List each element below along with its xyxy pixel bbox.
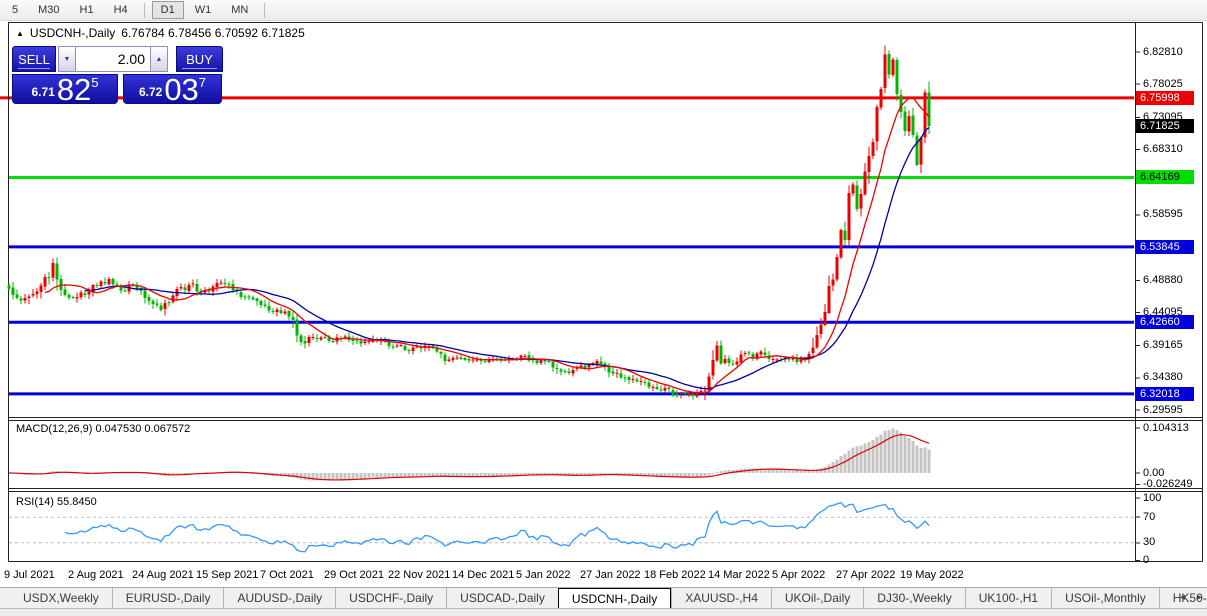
tab-usdchf-daily[interactable]: USDCHF-,Daily	[335, 588, 446, 608]
rsi-axis-label: 0	[1143, 554, 1150, 566]
date-axis-label: 27 Jan 2022	[580, 569, 641, 581]
price-badge: 6.75998	[1136, 90, 1194, 105]
price-axis-label: 6.78025	[1143, 77, 1183, 90]
volume-increment-button[interactable]: ▲	[150, 46, 168, 72]
rsi-axis-label: 30	[1143, 536, 1156, 549]
macd-axis-label: 0.104313	[1143, 421, 1189, 434]
buy-button[interactable]: BUY	[176, 46, 223, 72]
tab-ukoil-daily[interactable]: UKOil-,Daily	[770, 588, 863, 608]
timeframe-button-w1[interactable]: W1	[186, 1, 221, 19]
date-axis-label: 19 May 2022	[900, 569, 964, 581]
date-axis-label: 9 Jul 2021	[4, 569, 55, 581]
tab-audusd-daily[interactable]: AUDUSD-,Daily	[223, 588, 335, 608]
date-axis-label: 18 Feb 2022	[644, 569, 706, 581]
timeframe-button-h4[interactable]: H4	[105, 1, 137, 19]
tab-usdcnh-daily[interactable]: USDCNH-,Daily	[557, 588, 672, 608]
date-axis-label: 29 Oct 2021	[324, 569, 384, 581]
rsi-axis-label: 100	[1143, 491, 1162, 504]
date-axis-label: 2 Aug 2021	[68, 569, 124, 581]
sell-price-display[interactable]: 6.71 82 5	[12, 72, 118, 107]
chart-title: ▲ USDCNH-,Daily 6.76784 6.78456 6.70592 …	[16, 26, 305, 40]
price-badge: 6.53845	[1136, 239, 1194, 254]
price-axis-label: 6.29595	[1143, 403, 1183, 416]
price-axis-label: 6.82810	[1143, 45, 1183, 58]
date-axis-label: 14 Mar 2022	[708, 569, 770, 581]
chart-symbol: USDCNH-,Daily	[29, 26, 116, 40]
sell-price-big: 82	[56, 72, 92, 107]
tab-usdcad-daily[interactable]: USDCAD-,Daily	[446, 588, 558, 608]
price-badge: 6.42660	[1136, 315, 1194, 330]
date-axis-label: 22 Nov 2021	[388, 569, 451, 581]
volume-decrement-button[interactable]: ▼	[58, 46, 76, 72]
price-badge: 6.71825	[1136, 118, 1194, 133]
toolbar-separator	[143, 2, 145, 18]
date-axis-label: 7 Oct 2021	[260, 569, 314, 581]
date-axis-label: 15 Sep 2021	[196, 569, 259, 581]
date-axis-label: 24 Aug 2021	[132, 569, 194, 581]
macd-label: MACD(12,26,9) 0.047530 0.067572	[16, 423, 191, 435]
date-axis-label: 27 Apr 2022	[836, 569, 896, 581]
price-badge: 6.64169	[1136, 170, 1194, 185]
buy-price-prefix: 6.72	[138, 85, 163, 99]
tab-dj30-weekly[interactable]: DJ30-,Weekly	[863, 588, 964, 608]
sell-button[interactable]: SELL	[12, 46, 56, 72]
sell-price-sup: 5	[91, 75, 99, 90]
price-axis-label: 6.48880	[1143, 273, 1183, 286]
volume-input[interactable]: 2.00	[76, 46, 150, 72]
timeframe-button-5[interactable]: 5	[3, 1, 27, 19]
tab-scroll-arrows: ◂ ▸	[1177, 591, 1205, 604]
tab-xauusd-h4[interactable]: XAUUSD-,H4	[671, 588, 771, 608]
timeframe-button-h1[interactable]: H1	[71, 1, 103, 19]
buy-price-sup: 7	[198, 75, 207, 90]
tab-scroll-right-icon[interactable]: ▸	[1194, 591, 1205, 604]
tab-uk100-h1[interactable]: UK100-,H1	[964, 588, 1051, 608]
tab-usoil-monthly[interactable]: USOil-,Monthly	[1051, 588, 1159, 608]
rsi-axis-label: 70	[1143, 510, 1156, 523]
price-axis-label: 6.39165	[1143, 339, 1183, 352]
rsi-label: RSI(14) 55.8450	[16, 496, 97, 508]
price-axis-label: 6.34380	[1143, 371, 1183, 384]
buy-price-display[interactable]: 6.72 03 7	[123, 72, 222, 107]
price-badge: 6.32018	[1136, 386, 1194, 401]
chart-ohlc-values: 6.76784 6.78456 6.70592 6.71825	[121, 26, 305, 40]
timeframe-button-m30[interactable]: M30	[29, 1, 68, 19]
toolbar-separator	[264, 2, 266, 18]
date-axis-label: 5 Apr 2022	[772, 569, 826, 581]
price-axis-label: 6.68310	[1143, 143, 1183, 156]
symbol-tab-bar: USDX,Weekly EURUSD-,Daily AUDUSD-,Daily USD…	[0, 587, 1207, 608]
tab-scroll-left-icon[interactable]: ◂	[1177, 591, 1188, 604]
date-axis-label: 14 Dec 2021	[452, 569, 515, 581]
timeframe-button-mn[interactable]: MN	[222, 1, 257, 19]
buy-price-big: 03	[164, 72, 199, 107]
timeframe-toolbar: 5 M30 H1 H4 D1 W1 MN	[0, 0, 1207, 21]
tab-usdx-weekly[interactable]: USDX,Weekly	[10, 588, 112, 608]
timeframe-button-d1[interactable]: D1	[151, 1, 184, 19]
date-axis-label: 5 Jan 2022	[516, 569, 571, 581]
tab-eurusd-daily[interactable]: EURUSD-,Daily	[111, 588, 224, 608]
trade-panel: SELL ▼ 2.00 ▲ BUY 6.71 82 5 6.72 03 7	[12, 46, 224, 107]
price-axis-label: 6.58595	[1143, 208, 1183, 221]
macd-axis-label: -0.026249	[1143, 477, 1193, 490]
chart-marker-icon: ▲	[16, 28, 24, 38]
bottom-strip	[0, 608, 1207, 616]
sell-price-prefix: 6.71	[31, 85, 55, 99]
